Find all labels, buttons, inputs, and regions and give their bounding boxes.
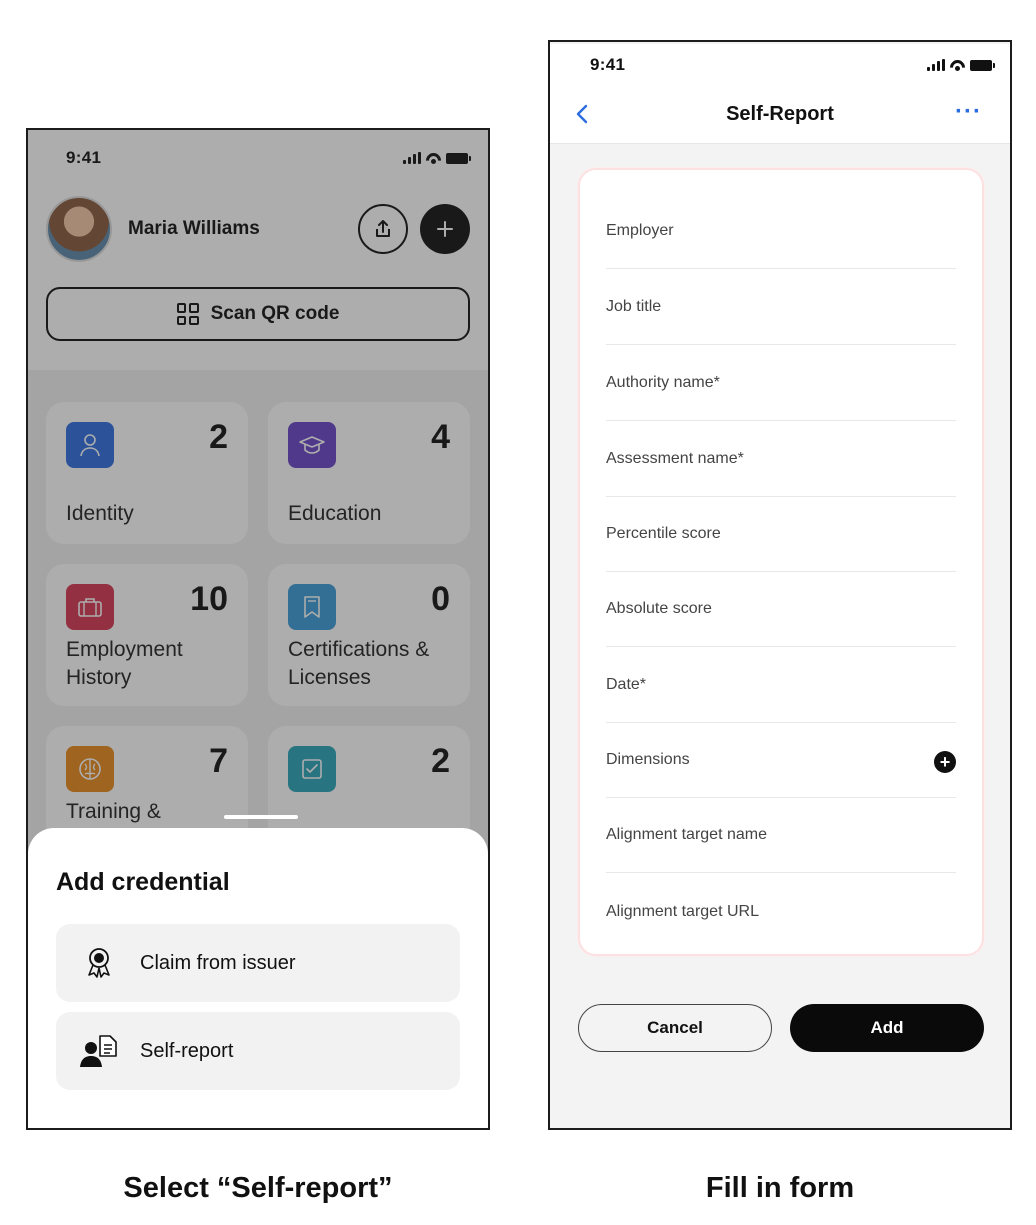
employer-field[interactable]: Employer (606, 194, 956, 269)
sheet-grabber[interactable] (224, 815, 298, 819)
field-label: Dimensions (606, 751, 690, 768)
field-label: Alignment target name (606, 826, 767, 843)
award-ribbon-icon (80, 944, 118, 982)
add-credential-sheet: Add credential Claim from issuer Self-re… (28, 815, 488, 1128)
alignment-target-url-field[interactable]: Alignment target URL (606, 874, 956, 949)
navigation-bar: Self-Report ··· (550, 86, 1010, 144)
alignment-target-name-field[interactable]: Alignment target name (606, 798, 956, 873)
sheet-title: Add credential (56, 868, 230, 896)
back-chevron-icon[interactable] (572, 102, 594, 126)
option-label: Claim from issuer (140, 951, 296, 974)
field-label: Employer (606, 222, 674, 239)
option-label: Self-report (140, 1039, 234, 1062)
field-label: Assessment name* (606, 450, 744, 467)
cancel-button[interactable]: Cancel (578, 1004, 772, 1052)
phone-screen-self-report: 9:41 Self-Report ··· Employer Job title … (548, 40, 1012, 1130)
dimensions-field[interactable]: Dimensions + (606, 723, 956, 798)
authority-name-field[interactable]: Authority name* (606, 346, 956, 421)
self-report-option[interactable]: Self-report (56, 1012, 460, 1090)
person-document-icon (80, 1032, 118, 1070)
job-title-field[interactable]: Job title (606, 270, 956, 345)
add-button[interactable]: Add (790, 1004, 984, 1052)
claim-from-issuer-option[interactable]: Claim from issuer (56, 924, 460, 1002)
caption-right: Fill in form (705, 1172, 855, 1204)
absolute-score-field[interactable]: Absolute score (606, 572, 956, 647)
field-label: Date* (606, 676, 647, 693)
battery-icon (970, 59, 995, 71)
percentile-score-field[interactable]: Percentile score (606, 497, 956, 572)
date-field[interactable]: Date* (606, 648, 956, 723)
caption-left: Select “Self-report” (123, 1172, 393, 1204)
field-label: Authority name* (606, 374, 720, 391)
field-label: Alignment target URL (606, 902, 759, 920)
assessment-name-field[interactable]: Assessment name* (606, 422, 956, 497)
page-title: Self-Report (726, 103, 834, 125)
field-label: Absolute score (606, 600, 712, 617)
signal-icon (927, 59, 945, 71)
more-options-icon[interactable]: ··· (955, 98, 982, 126)
phone-screen-home: 9:41 Maria Williams Scan QR code 2 Ident… (26, 128, 490, 1130)
add-dimension-plus-icon[interactable]: + (934, 751, 956, 773)
field-label: Job title (606, 298, 662, 315)
field-label: Percentile score (606, 525, 721, 542)
wifi-icon (950, 60, 965, 71)
home-screen: 9:41 Maria Williams Scan QR code 2 Ident… (28, 130, 488, 1128)
self-report-form: Employer Job title Authority name* Asses… (578, 168, 984, 956)
status-time: 9:41 (590, 55, 626, 74)
status-icons (927, 59, 995, 71)
status-bar: 9:41 (550, 44, 1010, 86)
